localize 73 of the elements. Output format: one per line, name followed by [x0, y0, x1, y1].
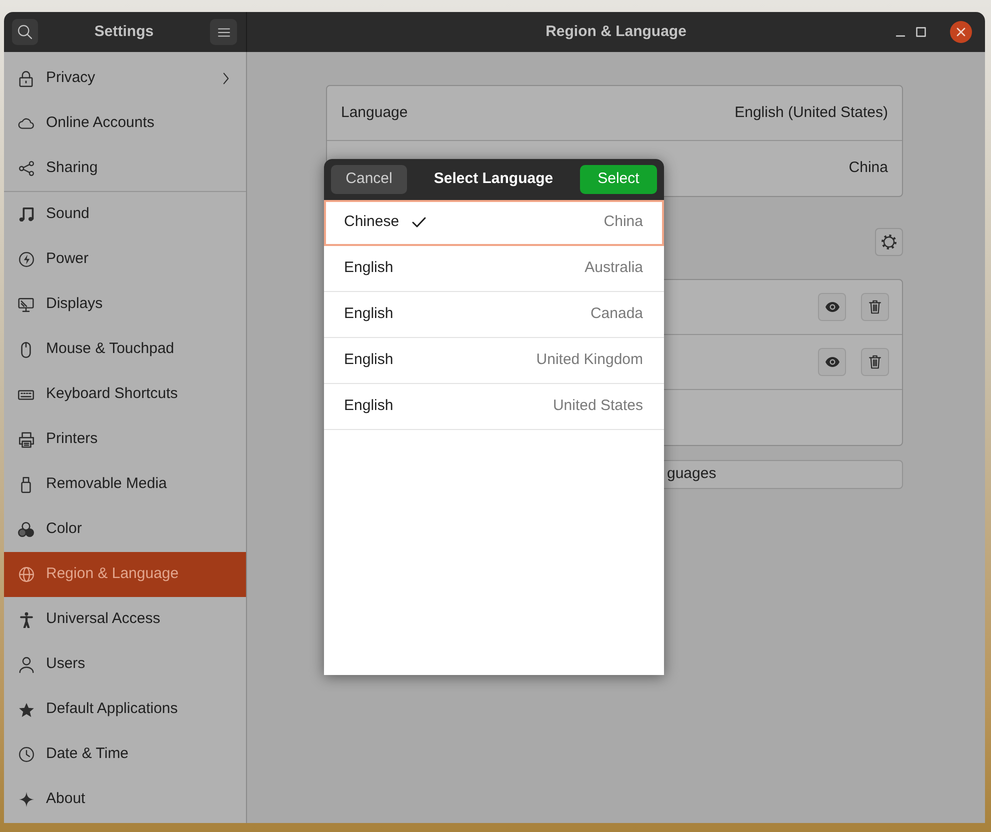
preview-button[interactable] [818, 348, 846, 376]
keyboard-icon [18, 390, 34, 400]
language-label: English [344, 304, 394, 324]
sidebar-item[interactable]: Privacy [4, 56, 246, 101]
minimize-icon[interactable] [896, 35, 905, 37]
country-label: Australia [584, 258, 643, 278]
music-note-icon [18, 207, 34, 222]
language-label: English [344, 350, 394, 370]
delete-button[interactable] [861, 293, 889, 321]
sidebar-item[interactable]: Removable Media [4, 462, 246, 507]
setting-label: Language [341, 102, 408, 123]
eye-icon [824, 302, 840, 312]
sidebar-item[interactable]: Displays [4, 282, 246, 327]
share-icon [18, 161, 34, 176]
search-button[interactable] [12, 19, 38, 45]
dialog-title: Select Language [434, 169, 554, 190]
checkmark-icon [412, 217, 426, 228]
setting-value: China [848, 158, 888, 178]
language-row[interactable]: English United Kingdom [324, 338, 664, 384]
search-icon [18, 25, 32, 39]
close-icon[interactable] [950, 21, 972, 43]
sidebar-item[interactable]: Printers [4, 417, 246, 462]
country-label: China [604, 212, 643, 232]
sidebar-item[interactable]: Power [4, 237, 246, 282]
sidebar-item[interactable]: Universal Access [4, 597, 246, 642]
usb-drive-icon [21, 476, 31, 492]
menu-icon [218, 28, 230, 36]
star-icon [18, 702, 34, 716]
maximize-icon[interactable] [916, 27, 926, 37]
language-label: English [344, 396, 394, 416]
sidebar-item[interactable]: Keyboard Shortcuts [4, 372, 246, 417]
printer-icon [18, 432, 34, 448]
color-circles-icon [18, 522, 34, 537]
user-icon [18, 656, 34, 672]
sidebar-item[interactable]: Online Accounts [4, 101, 246, 146]
lock-icon [19, 70, 33, 86]
globe-icon [18, 567, 34, 582]
setting-value: English (United States) [734, 102, 888, 123]
language-label: Chinese [344, 212, 400, 232]
sidebar-item[interactable]: Date & Time [4, 732, 246, 777]
sidebar-item[interactable]: Mouse & Touchpad [4, 327, 246, 372]
language-row[interactable]: English Australia [324, 246, 664, 292]
options-button[interactable] [875, 228, 903, 256]
country-label: United Kingdom [536, 350, 643, 370]
accessibility-icon [20, 612, 32, 628]
cloud-icon [18, 118, 34, 129]
sidebar-item[interactable]: Default Applications [4, 687, 246, 732]
delete-button[interactable] [861, 348, 889, 376]
cancel-button[interactable]: Cancel [331, 165, 407, 194]
gear-icon [881, 234, 897, 250]
language-row[interactable]: English Canada [324, 292, 664, 338]
power-icon [18, 252, 34, 267]
country-label: United States [552, 396, 643, 416]
sidebar-item[interactable]: Users [4, 642, 246, 687]
eye-icon [824, 357, 840, 367]
sidebar-item[interactable]: Color [4, 507, 246, 552]
mouse-icon [21, 342, 31, 358]
window-title: Region & Language [546, 22, 686, 42]
sidebar-item[interactable]: Sound [4, 192, 246, 237]
language-row[interactable]: Chinese China [324, 200, 664, 246]
menu-button[interactable] [210, 19, 237, 45]
sidebar-title: Settings [94, 22, 154, 42]
language-row[interactable]: English United States [324, 384, 664, 430]
display-icon [18, 298, 34, 312]
preview-button[interactable] [818, 293, 846, 321]
country-label: Canada [590, 304, 643, 324]
trash-icon [869, 355, 881, 369]
sparkle-icon [18, 792, 34, 807]
sidebar-item[interactable]: Sharing [4, 146, 246, 191]
trash-icon [869, 300, 881, 314]
language-label: English [344, 258, 394, 278]
clock-icon [18, 747, 34, 762]
sidebar-item[interactable]: About [4, 777, 246, 822]
